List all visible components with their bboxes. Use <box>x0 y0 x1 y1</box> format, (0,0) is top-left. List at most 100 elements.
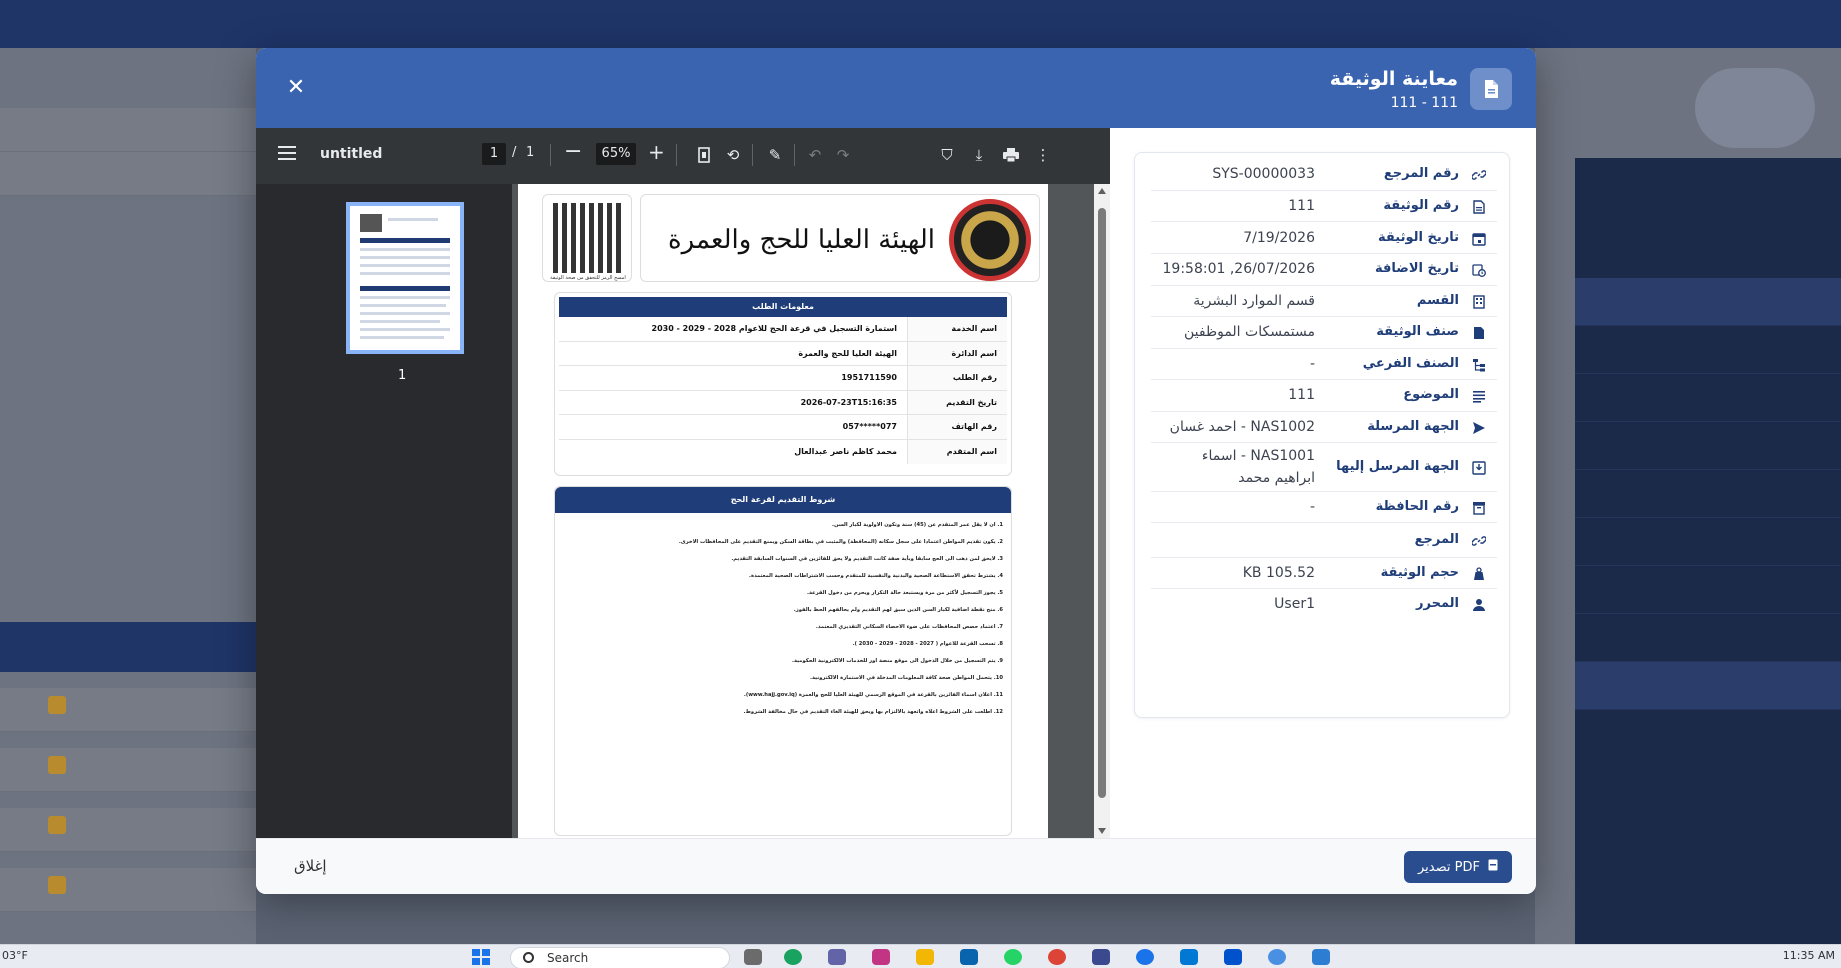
detail-value: SYS-00000033 <box>1212 166 1315 182</box>
building-icon <box>1471 294 1487 310</box>
folder-icon[interactable] <box>916 949 934 965</box>
detail-value: 7/19/2026 <box>1243 230 1315 246</box>
rotate-icon[interactable]: ⟲ <box>722 144 744 166</box>
detail-value: NAS1001 - اسماء ابراهيم محمد <box>1201 448 1315 486</box>
detail-value: NAS1002 - احمد غسان <box>1169 419 1315 435</box>
modal-subtitle: 111 - 111 <box>1390 95 1458 111</box>
print-icon[interactable] <box>1000 144 1022 166</box>
detail-value: 105.52 KB <box>1242 565 1315 581</box>
pdf-toolbar: untitled 1 / 1 − 65% + ⟲ ✎ ↶ ↷ ⛉ ⤓ ⋮ <box>256 128 1110 184</box>
weather-widget[interactable]: 03°F <box>2 949 28 962</box>
detail-label: الصنف الفرعي <box>1362 356 1459 371</box>
copilot-icon[interactable] <box>872 949 890 965</box>
pdf-header-banner: الهيئة العليا للحج والعمرة <box>640 194 1040 282</box>
scroll-down-icon[interactable] <box>1098 828 1106 834</box>
thumbnail-page-number: 1 <box>398 368 407 383</box>
list-item: 3. لايحق لمن ذهب الى الحج سابقا وبأية صف… <box>731 556 1003 562</box>
menu-icon[interactable] <box>278 146 296 160</box>
table-row: اسم المتقدم محمد كاظم ناصر عبدالعال <box>559 439 1007 464</box>
file-icon <box>1471 325 1487 341</box>
zoom-out-icon[interactable]: − <box>564 139 582 165</box>
detail-row: حجم الوثيقة 105.52 KB <box>1151 558 1497 589</box>
chrome-icon[interactable] <box>1048 949 1066 965</box>
detail-value: مستمسكات الموظفين <box>1183 324 1315 340</box>
detail-label: حجم الوثيقة <box>1380 565 1459 580</box>
detail-row: الجهة المرسلة NAS1002 - احمد غسان <box>1151 412 1497 443</box>
download-icon[interactable]: ⤓ <box>968 144 990 166</box>
more-options-icon[interactable]: ⋮ <box>1032 144 1054 166</box>
browser-icon[interactable] <box>1136 949 1154 965</box>
detail-value: 26/07/2026, 19:58:01 <box>1162 261 1316 277</box>
detail-value: 111 <box>1288 198 1315 214</box>
detail-value: - <box>1309 499 1315 515</box>
document-icon <box>1471 199 1487 215</box>
app-background-table <box>0 48 256 944</box>
save-drive-icon[interactable]: ⛉ <box>936 144 958 166</box>
detail-label: المحرر <box>1416 596 1459 611</box>
detail-row: المرجع <box>1151 523 1497 558</box>
pdf-viewer: untitled 1 / 1 − 65% + ⟲ ✎ ↶ ↷ ⛉ ⤓ ⋮ 1 ا… <box>256 128 1110 838</box>
teams-icon[interactable] <box>828 949 846 965</box>
list-item: 2. يكون تقديم المواطن اعتمادا على سجل سك… <box>678 539 1003 545</box>
close-icon[interactable]: ✕ <box>282 74 310 102</box>
detail-label: تاريخ الاضافة <box>1375 261 1459 276</box>
send-icon <box>1471 420 1487 436</box>
export-pdf-button[interactable]: تصدير PDF <box>1404 851 1512 883</box>
detail-row: القسم قسم الموارد البشرية <box>1151 286 1497 317</box>
detail-row: المحرر User1 <box>1151 589 1497 621</box>
windows-taskbar: 03°F Search 11:35 AM <box>0 944 1841 968</box>
annotate-icon[interactable]: ✎ <box>764 144 786 166</box>
scroll-thumb[interactable] <box>1098 208 1106 798</box>
qr-code: امسح الرمز للتحقق من صحة الوثيقة <box>542 194 632 282</box>
detail-row: الصنف الفرعي - <box>1151 349 1497 380</box>
page-thumbnail[interactable] <box>346 202 464 354</box>
detail-label: رقم الحافظة <box>1375 499 1459 514</box>
tree-icon <box>1471 357 1487 373</box>
detail-value: قسم الموارد البشرية <box>1193 293 1315 309</box>
user-icon <box>1471 597 1487 613</box>
pdf-scrollbar[interactable] <box>1094 184 1110 838</box>
document-preview-modal: ✕ معاينة الوثيقة 111 - 111 untitled 1 / … <box>256 48 1536 894</box>
detail-label: صنف الوثيقة <box>1376 324 1459 339</box>
document-details-card: رقم المرجع SYS-00000033 رقم الوثيقة 111 تاري… <box>1134 152 1510 718</box>
detail-value: 111 <box>1288 387 1315 403</box>
table-row: رقم الطلب 1951711590 <box>559 366 1007 391</box>
edge-icon[interactable] <box>784 949 802 965</box>
table-row: اسم الخدمة استمارة التسجيل في قرعة الحج ل… <box>559 317 1007 342</box>
zoom-in-icon[interactable]: + <box>648 139 665 165</box>
terms-title: شروط التقديم لقرعة الحج <box>555 487 1011 513</box>
scroll-up-icon[interactable] <box>1098 188 1106 194</box>
remote-desktop-icon[interactable] <box>1312 949 1330 965</box>
outlook-icon[interactable] <box>960 949 978 965</box>
settings-icon[interactable] <box>1268 949 1286 965</box>
grid-app-icon[interactable] <box>1224 949 1242 965</box>
taskbar-search[interactable]: Search <box>510 947 730 968</box>
close-button[interactable]: إغلاق <box>294 857 327 875</box>
detail-row: رقم الوثيقة 111 <box>1151 191 1497 222</box>
redo-icon[interactable]: ↷ <box>832 144 854 166</box>
windows-start-icon[interactable] <box>472 949 490 965</box>
pdf-document-area: امسح الرمز للتحقق من صحة الوثيقة الهيئة … <box>512 184 1110 838</box>
fit-page-icon[interactable] <box>693 144 715 166</box>
calendar-clock-icon <box>1471 262 1487 278</box>
detail-row: رقم الحافظة - <box>1151 492 1497 523</box>
document-details-panel: رقم المرجع SYS-00000033 رقم الوثيقة 111 تاري… <box>1110 128 1536 838</box>
page-number-input[interactable]: 1 <box>482 143 506 165</box>
organization-calligraphy: الهيئة العليا للحج والعمرة <box>668 225 935 255</box>
terms-list: 1. ان لا يقل عمر المتقدم عن (45) سنة وتك… <box>563 521 1003 725</box>
app-icon[interactable] <box>1092 949 1110 965</box>
thumbnail-pane: 1 <box>256 184 512 838</box>
undo-icon[interactable]: ↶ <box>804 144 826 166</box>
detail-label: الجهة المرسل إليها <box>1336 459 1459 474</box>
list-item: 5. يجوز التسجيل لأكثر من مرة ويستبعد حال… <box>807 590 1003 596</box>
table-row: رقم الهاتف 077*****057 <box>559 415 1007 440</box>
request-info-title: معلومات الطلب <box>559 297 1007 317</box>
detail-value: User1 <box>1274 596 1315 612</box>
vscode-icon[interactable] <box>1180 949 1198 965</box>
list-item: 12. اطلعت على الشروط اعلاه واتعهد بالالت… <box>743 709 1004 715</box>
zoom-input[interactable]: 65% <box>596 143 636 165</box>
whatsapp-icon[interactable] <box>1004 949 1022 965</box>
task-view-icon[interactable] <box>744 949 762 965</box>
modal-title: معاينة الوثيقة <box>1329 68 1458 90</box>
list-item: 11. اعلان اسماء الفائزين بالقرعة في المو… <box>743 692 1003 698</box>
